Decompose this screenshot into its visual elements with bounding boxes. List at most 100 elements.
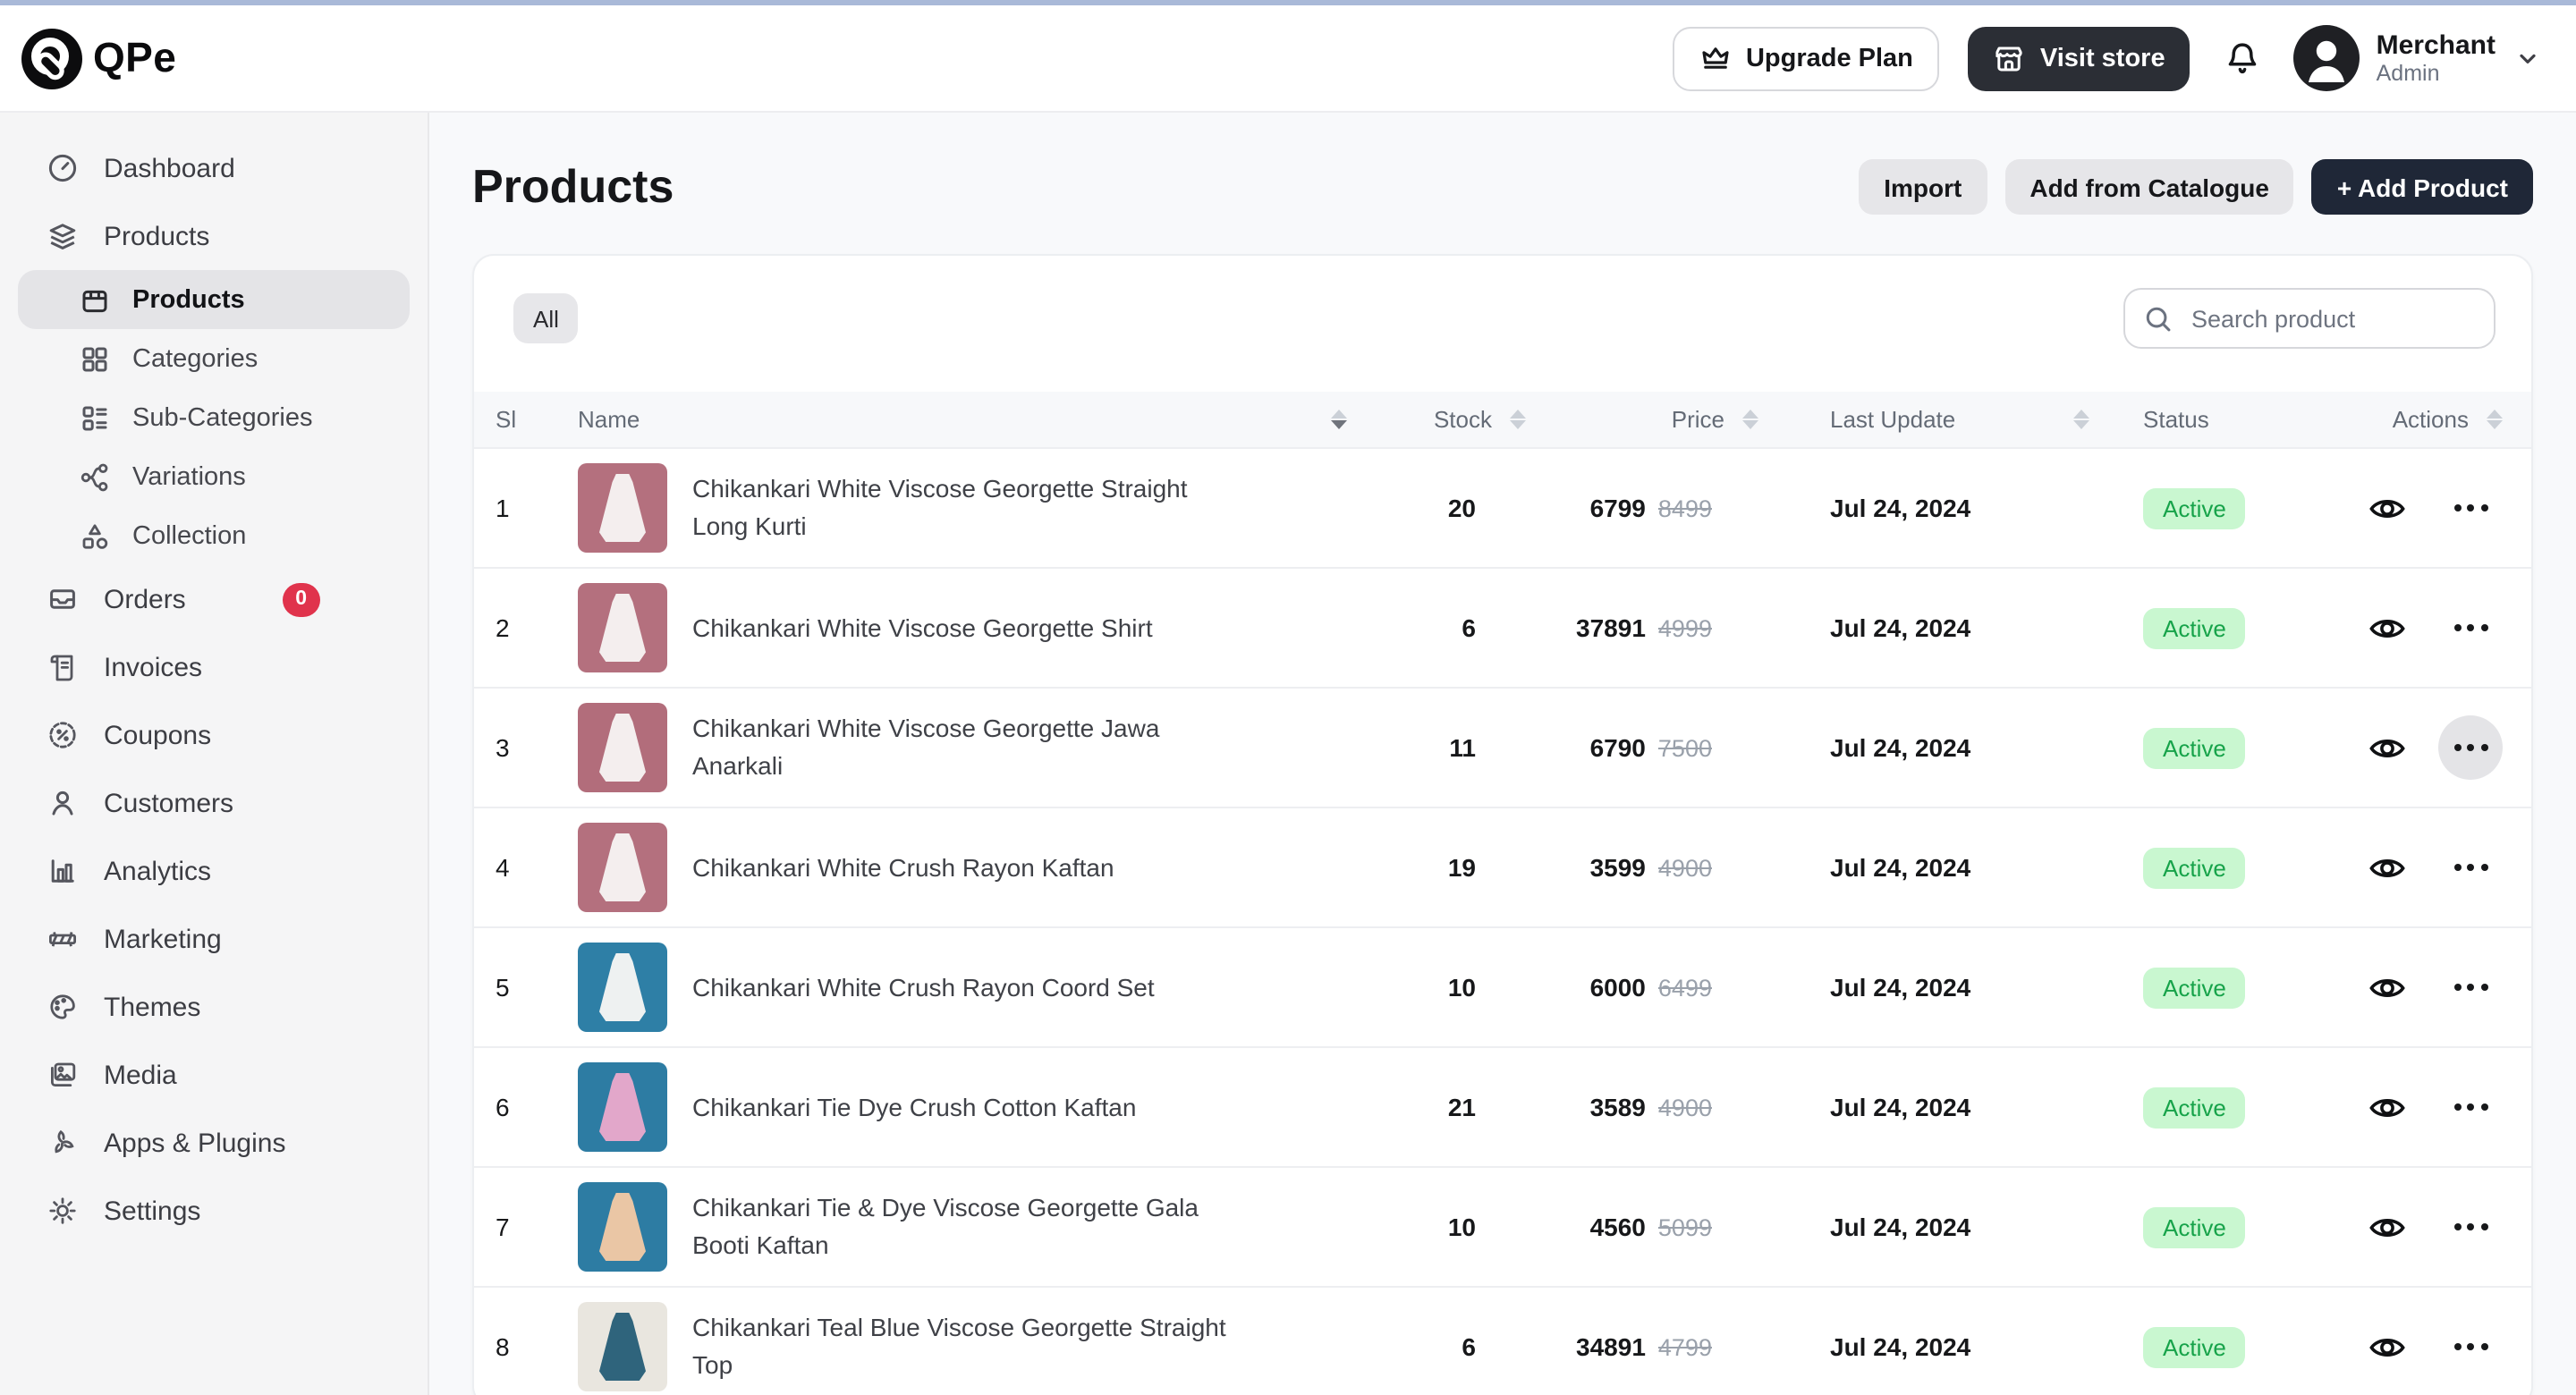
notifications-bell-icon[interactable] (2219, 35, 2266, 81)
row-actions-menu-icon[interactable] (2438, 596, 2503, 660)
old-price: 7500 (1658, 734, 1712, 761)
row-actions-menu-icon[interactable] (2438, 476, 2503, 540)
sort-last-update-icon[interactable] (2073, 410, 2089, 429)
row-actions-menu-icon[interactable] (2438, 835, 2503, 900)
banner-icon (47, 923, 79, 955)
upgrade-plan-button[interactable]: Upgrade Plan (1673, 26, 1940, 90)
view-product-eye-icon[interactable] (2367, 968, 2406, 1007)
row-serial: 1 (496, 494, 578, 522)
product-thumbnail[interactable] (578, 823, 667, 912)
search-box[interactable] (2123, 288, 2496, 349)
sidebar-item-variations[interactable]: Variations (18, 447, 410, 506)
add-from-catalogue-button[interactable]: Add from Catalogue (2004, 159, 2294, 215)
sidebar-item-customers[interactable]: Customers (18, 769, 410, 837)
view-product-eye-icon[interactable] (2367, 728, 2406, 767)
current-price: 6000 (1590, 973, 1646, 1002)
row-actions-menu-icon[interactable] (2438, 1075, 2503, 1139)
product-name[interactable]: Chikankari White Viscose Georgette Jawa … (692, 710, 1229, 785)
sidebar-item-collection[interactable]: Collection (18, 506, 410, 565)
stock-value: 10 (1347, 1213, 1526, 1241)
sidebar-item-analytics[interactable]: Analytics (18, 837, 410, 905)
sidebar-item-apps-plugins[interactable]: Apps & Plugins (18, 1109, 410, 1177)
brand-logo[interactable]: QPe (21, 28, 176, 89)
add-product-button[interactable]: + Add Product (2312, 159, 2533, 215)
product-name[interactable]: Chikankari White Viscose Georgette Shirt (692, 609, 1153, 647)
palette-icon (47, 991, 79, 1023)
last-update-value: Jul 24, 2024 (1758, 1213, 2089, 1241)
view-product-eye-icon[interactable] (2367, 1087, 2406, 1127)
sidebar-item-settings[interactable]: Settings (18, 1177, 410, 1245)
qpe-logo-icon (21, 28, 82, 89)
stock-value: 11 (1347, 733, 1526, 762)
old-price: 5099 (1658, 1213, 1712, 1240)
view-product-eye-icon[interactable] (2367, 608, 2406, 647)
sort-name-icon[interactable] (1331, 410, 1347, 429)
sidebar-item-products-group[interactable]: Products (18, 202, 410, 270)
discount-icon (47, 719, 79, 751)
last-update-value: Jul 24, 2024 (1758, 733, 2089, 762)
search-input[interactable] (2188, 303, 2512, 334)
table-header: Sl Name Stock (474, 392, 2531, 447)
sidebar-item-media[interactable]: Media (18, 1041, 410, 1109)
garment-shape (599, 474, 646, 542)
current-price: 4560 (1590, 1213, 1646, 1241)
product-thumbnail[interactable] (578, 1302, 667, 1391)
import-button[interactable]: Import (1859, 159, 1987, 215)
box-icon (79, 283, 111, 316)
stock-value: 6 (1347, 613, 1526, 642)
sidebar-item-products[interactable]: Products (18, 270, 410, 329)
visit-store-button[interactable]: Visit store (1969, 26, 2190, 90)
row-actions-menu-icon[interactable] (2438, 715, 2503, 780)
stock-value: 20 (1347, 494, 1526, 522)
product-name[interactable]: Chikankari White Viscose Georgette Strai… (692, 470, 1229, 545)
product-thumbnail[interactable] (578, 943, 667, 1032)
row-serial: 5 (496, 973, 578, 1002)
row-actions-menu-icon[interactable] (2438, 955, 2503, 1019)
view-product-eye-icon[interactable] (2367, 1207, 2406, 1247)
view-product-eye-icon[interactable] (2367, 1327, 2406, 1366)
filter-tab-all[interactable]: All (513, 293, 579, 343)
layers-icon (47, 220, 79, 252)
product-name[interactable]: Chikankari White Crush Rayon Kaftan (692, 849, 1114, 886)
current-price: 6790 (1590, 733, 1646, 762)
sort-actions-icon[interactable] (2487, 410, 2503, 429)
row-serial: 3 (496, 733, 578, 762)
product-name[interactable]: Chikankari Tie & Dye Viscose Georgette G… (692, 1189, 1229, 1264)
col-last-update: Last Update (1830, 406, 1955, 433)
row-actions-menu-icon[interactable] (2438, 1315, 2503, 1379)
product-thumbnail[interactable] (578, 1182, 667, 1272)
view-product-eye-icon[interactable] (2367, 488, 2406, 528)
sort-stock-icon[interactable] (1510, 410, 1526, 429)
sidebar-item-themes[interactable]: Themes (18, 973, 410, 1041)
row-actions-menu-icon[interactable] (2438, 1195, 2503, 1259)
sidebar-item-dashboard[interactable]: Dashboard (18, 134, 410, 202)
product-name[interactable]: Chikankari Tie Dye Crush Cotton Kaftan (692, 1088, 1136, 1126)
product-thumbnail[interactable] (578, 583, 667, 672)
avatar (2294, 25, 2360, 91)
sidebar-item-coupons[interactable]: Coupons (18, 701, 410, 769)
sidebar-item-marketing[interactable]: Marketing (18, 905, 410, 973)
table-row: 3 Chikankari White Viscose Georgette Jaw… (474, 687, 2531, 807)
share-icon (79, 461, 111, 493)
user-icon (47, 787, 79, 819)
sort-price-icon[interactable] (1742, 410, 1758, 429)
current-price: 6799 (1590, 494, 1646, 522)
sidebar-item-orders[interactable]: Orders 0 (18, 565, 410, 633)
product-thumbnail[interactable] (578, 703, 667, 792)
sidebar-item-invoices[interactable]: Invoices (18, 633, 410, 701)
sidebar-item-categories[interactable]: Categories (18, 329, 410, 388)
product-thumbnail[interactable] (578, 463, 667, 553)
current-price: 3589 (1590, 1093, 1646, 1121)
user-menu[interactable]: Merchant Admin (2294, 25, 2540, 91)
product-name[interactable]: Chikankari White Crush Rayon Coord Set (692, 968, 1155, 1006)
sidebar-item-sub-categories[interactable]: Sub-Categories (18, 388, 410, 447)
product-thumbnail[interactable] (578, 1062, 667, 1152)
user-name: Merchant (2377, 30, 2496, 61)
product-name[interactable]: Chikankari Teal Blue Viscose Georgette S… (692, 1309, 1229, 1384)
status-badge: Active (2143, 487, 2246, 528)
last-update-value: Jul 24, 2024 (1758, 853, 2089, 882)
garment-shape (599, 714, 646, 782)
view-product-eye-icon[interactable] (2367, 848, 2406, 887)
search-icon (2143, 303, 2174, 334)
garment-shape (599, 1193, 646, 1261)
